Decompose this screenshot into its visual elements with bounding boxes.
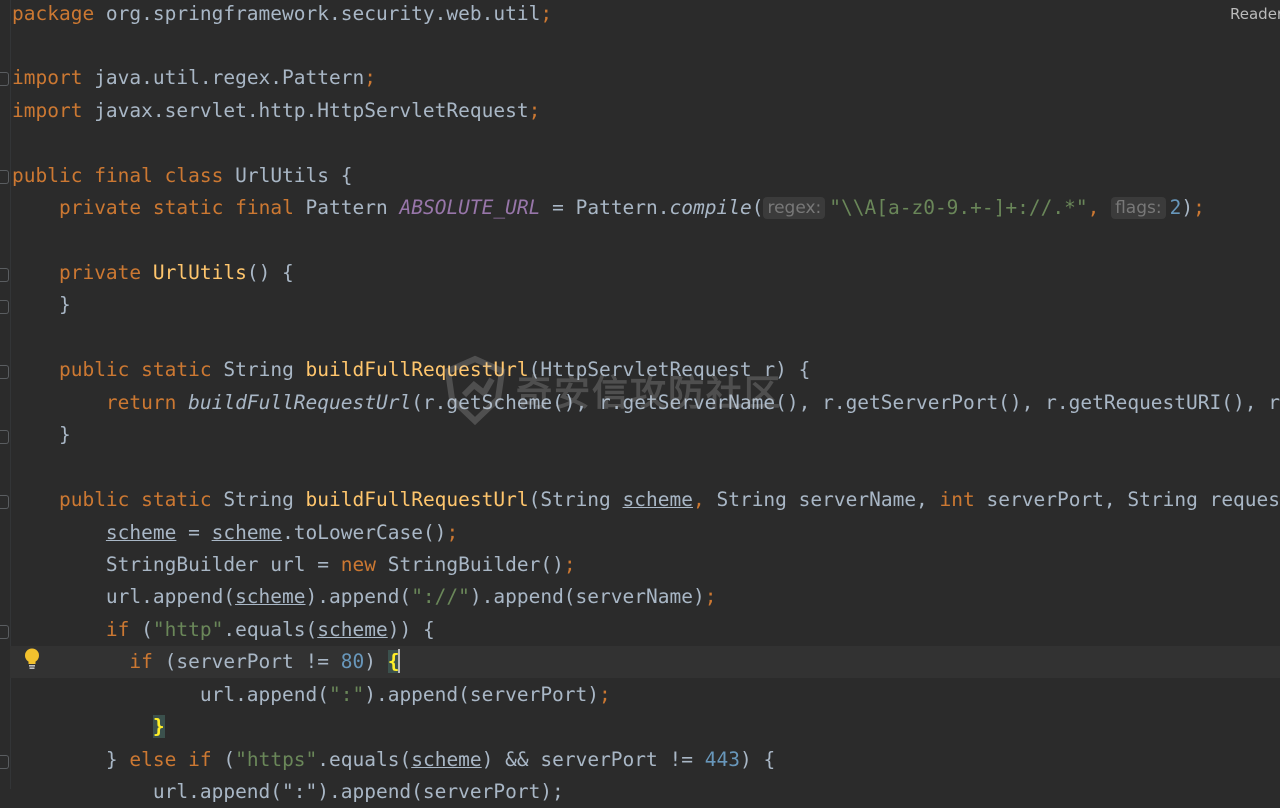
code-line-import-servlet: import javax.servlet.http.HttpServletReq… [12, 99, 541, 122]
code-line-if-port80-current[interactable]: if (serverPort != 80) { [10, 646, 1280, 678]
text-caret [398, 649, 401, 673]
matched-brace-close: } [152, 715, 165, 738]
code-line-sb-decl: StringBuilder url = new StringBuilder(); [105, 553, 576, 576]
code-line-append-scheme: url.append(scheme).append("://").append(… [105, 585, 717, 608]
param-hint-flags: flags: [1111, 197, 1166, 219]
code-line-if-http: if ("http".equals(scheme)) { [105, 618, 435, 641]
code-line-package: package org.springframework.security.web… [12, 2, 553, 25]
code-line-method1-close: } [58, 423, 71, 446]
code-line-import-pattern: import java.util.regex.Pattern; [12, 66, 376, 89]
code-line-scheme-lower: scheme = scheme.toLowerCase(); [105, 521, 459, 544]
code-line-ctor: private UrlUtils() { [58, 261, 294, 284]
watermark: 奇安信攻防社区 [440, 355, 782, 425]
param-hint-regex: regex: [763, 197, 826, 219]
code-line-if-close: } [12, 711, 165, 743]
code-line-method2-sig: public static String buildFullRequestUrl… [58, 488, 1280, 511]
reader-mode-toggle[interactable]: Reader Mo [1230, 3, 1280, 25]
code-line-pattern-field: private static final Pattern ABSOLUTE_UR… [58, 196, 1205, 219]
code-line-append-port-https: url.append(":").append(serverPort); [152, 780, 564, 803]
code-line-else-https: } else if ("https".equals(scheme) && ser… [105, 748, 776, 771]
lightbulb-icon[interactable] [24, 648, 40, 670]
shield-logo-icon [444, 355, 506, 425]
code-line-append-port: url.append(":").append(serverPort); [199, 683, 611, 706]
code-line-class-decl: public final class UrlUtils { [12, 164, 353, 187]
code-line-ctor-close: } [58, 293, 71, 316]
watermark-text: 奇安信攻防社区 [516, 373, 783, 414]
